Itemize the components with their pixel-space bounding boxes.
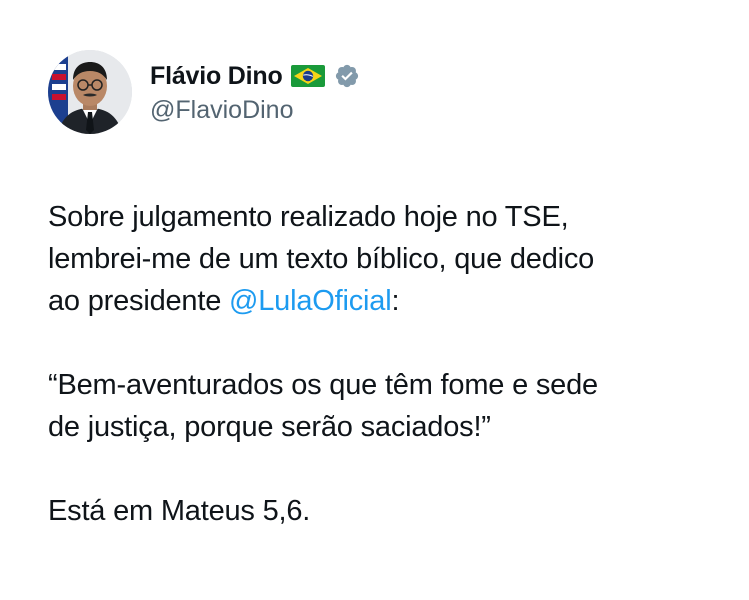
tweet-text: Sobre julgamento realizado hoje no TSE, … (48, 196, 728, 532)
display-name[interactable]: Flávio Dino (150, 61, 283, 91)
author-handle[interactable]: @FlavioDino (150, 95, 360, 125)
mention-link[interactable]: @LulaOficial (229, 285, 392, 317)
tweet-header: Flávio Dino @FlavioDino (48, 46, 360, 138)
author-info: Flávio Dino @FlavioDino (150, 59, 360, 125)
name-row: Flávio Dino (150, 59, 360, 93)
brazil-flag-icon (290, 65, 325, 87)
tweet-card: Flávio Dino @FlavioDino Sobre julgamento… (0, 0, 749, 600)
avatar[interactable] (48, 50, 132, 134)
tweet-paragraph-2: “Bem-aventurados os que têm fome e sede … (48, 369, 598, 443)
verified-badge-icon[interactable] (334, 63, 360, 89)
tweet-paragraph-3: Está em Mateus 5,6. (48, 495, 311, 527)
tweet-paragraph-1: Sobre julgamento realizado hoje no TSE, … (48, 196, 728, 322)
profile-photo-icon (48, 50, 132, 134)
tweet-text-segment: : (391, 285, 400, 317)
